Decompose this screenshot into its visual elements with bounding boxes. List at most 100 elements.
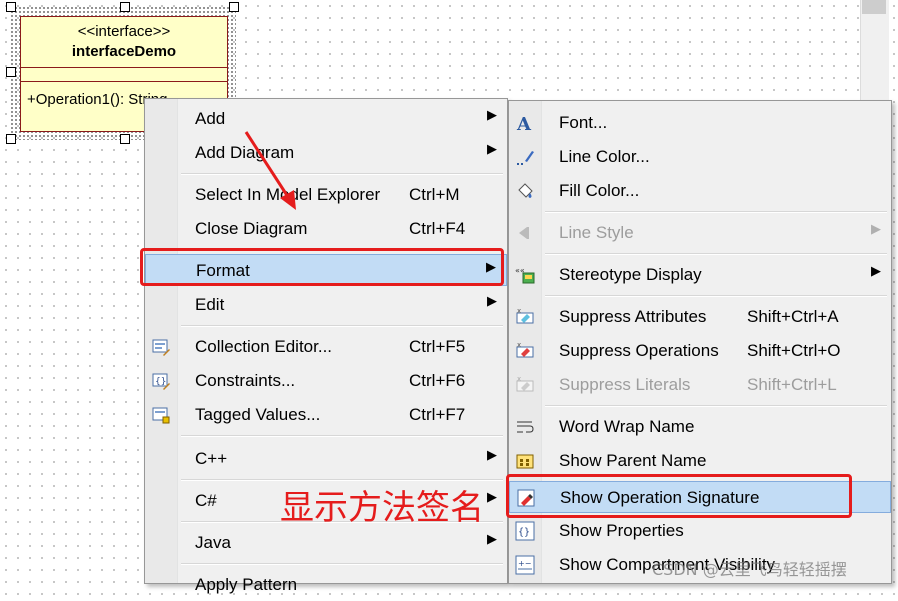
- menu-item-label: Suppress Attributes: [559, 307, 707, 326]
- menu-item-label: Word Wrap Name: [559, 417, 695, 436]
- menu-item-label: Constraints...: [195, 371, 296, 390]
- submenu-arrow-icon: ▶: [487, 293, 497, 308]
- menu-item-java[interactable]: Java ▶: [145, 527, 507, 559]
- menu-item-label: Suppress Literals: [559, 375, 691, 394]
- menu-separator: [545, 295, 887, 297]
- resize-handle[interactable]: [120, 134, 130, 144]
- menu-separator: [181, 325, 503, 327]
- menu-item-stereotype-display[interactable]: «« Stereotype Display ▶: [509, 259, 891, 291]
- menu-shortcut: Ctrl+F5: [409, 337, 466, 356]
- menu-item-constraints[interactable]: {} Constraints... Ctrl+F6: [145, 365, 507, 397]
- svg-text:A: A: [516, 114, 532, 133]
- resize-handle[interactable]: [6, 2, 16, 12]
- word-wrap-icon: [517, 421, 534, 433]
- show-parent-icon: [516, 454, 534, 469]
- menu-item-label: Show Parent Name: [559, 451, 707, 470]
- submenu-arrow-icon: ▶: [871, 221, 881, 236]
- menu-item-collection-editor[interactable]: Collection Editor... Ctrl+F5: [145, 331, 507, 363]
- menu-shortcut: Ctrl+F6: [409, 371, 466, 390]
- menu-item-add[interactable]: Add ▶: [145, 103, 507, 135]
- resize-handle[interactable]: [6, 67, 16, 77]
- menu-item-line-color[interactable]: Line Color...: [509, 141, 891, 173]
- highlight-box-operation-signature: [506, 474, 852, 518]
- scrollbar-thumb[interactable]: [862, 0, 886, 14]
- svg-text:x: x: [517, 307, 521, 315]
- fill-color-icon: [518, 183, 533, 198]
- tagged-values-icon: [152, 407, 170, 424]
- menu-item-show-parent-name[interactable]: Show Parent Name: [509, 445, 891, 477]
- menu-separator: [545, 211, 887, 213]
- uml-divider: [21, 67, 227, 68]
- menu-item-cpp[interactable]: C++ ▶: [145, 443, 507, 475]
- menu-item-suppress-literals[interactable]: x Suppress Literals Shift+Ctrl+L: [509, 369, 891, 401]
- svg-text:x: x: [517, 341, 521, 349]
- menu-item-add-diagram[interactable]: Add Diagram ▶: [145, 137, 507, 169]
- menu-item-label: Apply Pattern: [195, 575, 298, 594]
- line-color-icon: [517, 151, 534, 165]
- stereotype-display-icon: ««: [515, 266, 535, 284]
- menu-item-label: C#: [195, 491, 217, 510]
- menu-item-label: Fill Color...: [559, 181, 640, 200]
- menu-separator: [181, 173, 503, 175]
- submenu-arrow-icon: ▶: [487, 107, 497, 122]
- svg-text:+−: +−: [518, 559, 531, 568]
- menu-shortcut: Shift+Ctrl+O: [747, 341, 841, 360]
- resize-handle[interactable]: [6, 134, 16, 144]
- line-style-icon: [519, 227, 529, 239]
- menu-item-label: Line Style: [559, 223, 634, 242]
- submenu-arrow-icon: ▶: [871, 263, 881, 278]
- uml-interface-name: interfaceDemo: [71, 43, 177, 60]
- annotation-arrow-icon: [244, 131, 296, 210]
- menu-item-tagged-values[interactable]: Tagged Values... Ctrl+F7: [145, 399, 507, 431]
- menu-item-select-in-model-explorer[interactable]: Select In Model Explorer Ctrl+M: [145, 179, 507, 211]
- annotation-label: 显示方法签名: [280, 488, 484, 528]
- svg-text:{}: {}: [518, 527, 530, 538]
- suppress-literals-icon: x: [516, 375, 534, 392]
- svg-text:{}: {}: [155, 377, 166, 387]
- compartment-visibility-icon: +−: [515, 555, 535, 575]
- submenu-arrow-icon: ▶: [487, 489, 497, 504]
- menu-item-label: Stereotype Display: [559, 265, 702, 284]
- menu-item-label: Font...: [559, 113, 608, 132]
- uml-stereotype: <<interface>>: [77, 23, 171, 40]
- menu-shortcut: Shift+Ctrl+A: [747, 307, 839, 326]
- menu-item-font[interactable]: A Font...: [509, 107, 891, 139]
- menu-separator: [181, 435, 503, 437]
- menu-separator: [181, 563, 503, 565]
- menu-item-apply-pattern[interactable]: Apply Pattern: [145, 569, 507, 601]
- highlight-box-format: [140, 248, 504, 286]
- menu-item-label: Close Diagram: [195, 219, 308, 238]
- menu-item-show-properties[interactable]: {} Show Properties: [509, 515, 891, 547]
- menu-item-word-wrap-name[interactable]: Word Wrap Name: [509, 411, 891, 443]
- menu-separator: [545, 405, 887, 407]
- menu-item-label: Add: [195, 109, 226, 128]
- svg-text:x: x: [517, 375, 521, 383]
- menu-item-suppress-operations[interactable]: x Suppress Operations Shift+Ctrl+O: [509, 335, 891, 367]
- menu-shortcut: Shift+Ctrl+L: [747, 375, 837, 394]
- menu-item-line-style[interactable]: Line Style ▶: [509, 217, 891, 249]
- menu-shortcut: Ctrl+M: [409, 185, 460, 204]
- suppress-attributes-icon: x: [516, 307, 534, 324]
- menu-item-label: Show Properties: [559, 521, 684, 540]
- resize-handle[interactable]: [229, 2, 239, 12]
- menu-item-suppress-attributes[interactable]: x Suppress Attributes Shift+Ctrl+A: [509, 301, 891, 333]
- resize-handle[interactable]: [120, 2, 130, 12]
- menu-item-label: Java: [195, 533, 231, 552]
- suppress-operations-icon: x: [516, 341, 534, 358]
- menu-item-label: Suppress Operations: [559, 341, 719, 360]
- watermark: CSDN @云里飞鸟轻轻摇摆: [652, 560, 847, 579]
- collection-editor-icon: [152, 339, 170, 356]
- menu-item-edit[interactable]: Edit ▶: [145, 289, 507, 321]
- menu-shortcut: Ctrl+F4: [409, 219, 466, 238]
- submenu-arrow-icon: ▶: [487, 447, 497, 462]
- menu-item-close-diagram[interactable]: Close Diagram Ctrl+F4: [145, 213, 507, 245]
- constraints-icon: {}: [152, 373, 170, 390]
- menu-item-label: Collection Editor...: [195, 337, 333, 356]
- menu-item-label: Tagged Values...: [195, 405, 321, 424]
- menu-shortcut: Ctrl+F7: [409, 405, 466, 424]
- menu-item-fill-color[interactable]: Fill Color...: [509, 175, 891, 207]
- menu-item-label: Edit: [195, 295, 225, 314]
- menu-item-label: Line Color...: [559, 147, 650, 166]
- font-icon: A: [516, 114, 532, 133]
- menu-item-label: C++: [195, 449, 228, 468]
